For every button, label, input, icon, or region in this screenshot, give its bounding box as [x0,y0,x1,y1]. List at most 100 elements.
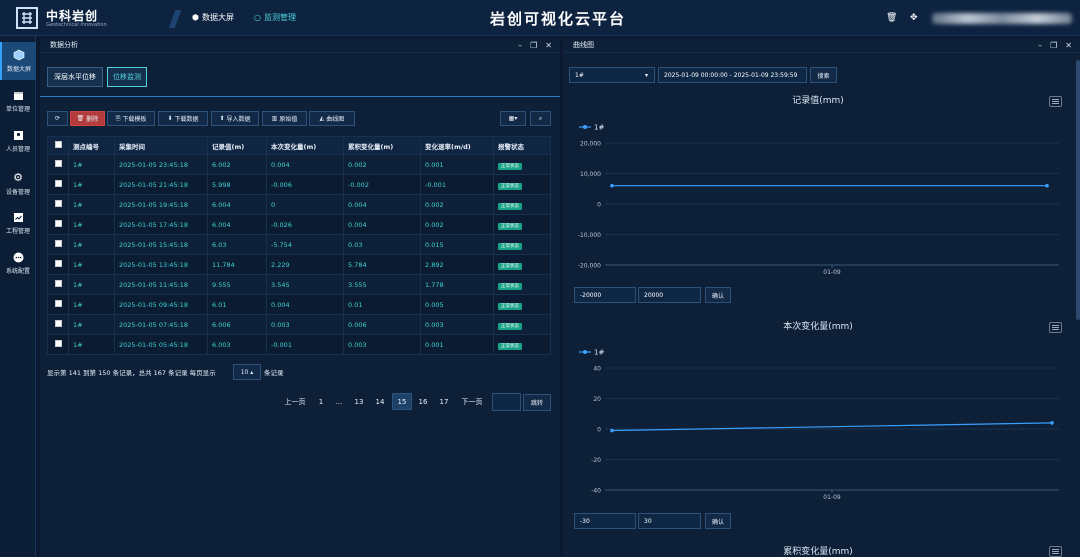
checkbox[interactable] [55,141,62,148]
col-header[interactable]: 报警状态 [493,136,551,155]
confirm-button[interactable]: 确认 [705,513,731,529]
col-header[interactable]: 累积变化量(m) [343,136,421,155]
refresh-button[interactable]: ⟳ [47,111,68,126]
checkbox[interactable] [55,260,62,267]
col-header[interactable]: 测点编号 [68,136,115,155]
sidebar-item-system-config[interactable]: 系统配置 [0,244,36,282]
checkbox[interactable] [55,320,62,327]
search-button[interactable]: 搜索 [810,67,837,83]
jump-button[interactable]: 跳转 [523,394,551,411]
download-template-button[interactable]: 🗎 下载模板 [107,111,155,126]
page-button-active[interactable]: 15 [392,393,412,410]
checkbox[interactable] [55,240,62,247]
window-controls: – ❐ ✕ [518,41,552,50]
minimize-icon[interactable]: – [518,41,522,50]
table-row[interactable]: 1# 2025-01-05 19:45:18 6.004 0 0.004 0.002 正常状… [47,194,551,215]
curve-chart-button[interactable]: ◭ 曲线图 [309,111,355,126]
y-min-input[interactable]: -30 [574,513,636,529]
sidebar-item-data-screen[interactable]: 数据大屏 [0,42,36,80]
table-row[interactable]: 1# 2025-01-05 15:45:18 6.03 -5.754 0.03 0.015… [47,234,551,255]
table-row[interactable]: 1# 2025-01-05 05:45:18 6.003 -0.001 0.003 0.0… [47,334,551,355]
col-header[interactable]: 变化速率(m/d) [420,136,494,155]
next-page-button[interactable]: 下一页 [458,393,486,410]
select-all-cell[interactable] [47,136,69,155]
row-select-cell[interactable] [47,194,69,215]
table-row[interactable]: 1# 2025-01-05 23:45:18 6.002 0.004 0.002 0.00… [47,154,551,175]
point-select[interactable]: 1# ▾ [569,67,655,83]
table-row[interactable]: 1# 2025-01-05 21:45:18 5.998 -0.006 -0.002 -0… [47,174,551,195]
sidebar-item-project-management[interactable]: 工程管理 [0,204,36,242]
page-button[interactable]: 1 [314,393,328,410]
restore-icon[interactable]: ❐ [530,41,537,50]
page-button[interactable]: 16 [414,393,432,410]
checkbox[interactable] [55,300,62,307]
confirm-button[interactable]: 确认 [705,287,731,303]
user-info-blurred[interactable] [932,13,1072,24]
sidebar-item-staff-management[interactable]: 人员管理 [0,122,36,160]
close-icon[interactable]: ✕ [545,41,552,50]
checkbox[interactable] [55,180,62,187]
table-row[interactable]: 1# 2025-01-05 09:45:18 6.01 0.004 0.01 0.005 正… [47,294,551,315]
table-row[interactable]: 1# 2025-01-05 17:45:18 6.004 -0.026 0.004 0.0… [47,214,551,235]
row-select-cell[interactable] [47,334,69,355]
table-cell: 3.555 [343,274,421,295]
row-select-cell[interactable] [47,294,69,315]
prev-page-button[interactable]: 上一页 [282,393,308,410]
minimize-icon[interactable]: – [1038,41,1042,50]
page-button[interactable]: 14 [371,393,389,410]
raw-value-button[interactable]: ▥ 原始值 [262,111,307,126]
menu-icon[interactable] [1049,96,1062,107]
table-cell: 0.03 [343,234,421,255]
fullscreen-icon[interactable]: ✥ [910,13,918,23]
sidebar-item-device-management[interactable]: ⚙ 设备管理 [0,164,36,202]
row-select-cell[interactable] [47,154,69,175]
col-header[interactable]: 本次变化量(m) [266,136,344,155]
nav-monitor-management[interactable]: ○ 监测管理 [254,12,296,23]
close-icon[interactable]: ✕ [1065,41,1072,50]
checkbox[interactable] [55,200,62,207]
divider [168,10,182,28]
tab-displacement-monitoring[interactable]: 位移监测 [107,67,147,87]
table-cell: 1# [68,154,115,175]
row-select-cell[interactable] [47,174,69,195]
menu-icon[interactable] [1049,546,1062,557]
col-header[interactable]: 记录值(m) [207,136,267,155]
nav-data-screen[interactable]: ⬢ 数据大屏 [192,12,234,23]
status-badge: 正常状态 [498,162,522,170]
table-row[interactable]: 1# 2025-01-05 07:45:18 6.006 0.003 0.006 0.00… [47,314,551,335]
status-cell: 正常状态 [493,154,551,175]
page-button[interactable]: 13 [350,393,368,410]
status-cell: 正常状态 [493,294,551,315]
page-size-select[interactable]: 10 ▴ [233,364,261,380]
scrollbar[interactable] [1076,60,1080,320]
sidebar-item-unit-management[interactable]: 单位管理 [0,82,36,120]
row-select-cell[interactable] [47,254,69,275]
download-data-button[interactable]: ⬇ 下载数据 [158,111,208,126]
date-range-input[interactable]: 2025-01-09 00:00:00 - 2025-01-09 23:59:5… [658,67,807,83]
row-select-cell[interactable] [47,274,69,295]
y-max-input[interactable]: 20000 [638,287,701,303]
row-select-cell[interactable] [47,234,69,255]
y-min-input[interactable]: -20000 [574,287,636,303]
checkbox[interactable] [55,160,62,167]
restore-icon[interactable]: ❐ [1050,41,1057,50]
checkbox[interactable] [55,340,62,347]
row-select-cell[interactable] [47,314,69,335]
delete-button[interactable]: 🗑 删除 [70,111,105,126]
jump-page-input[interactable] [492,393,521,411]
table-row[interactable]: 1# 2025-01-05 13:45:18 11.784 2.229 5.784 2.8… [47,254,551,275]
column-toggle-button[interactable]: ▦▾ [500,111,526,126]
page-button[interactable]: 17 [435,393,453,410]
y-max-input[interactable]: 30 [638,513,701,529]
row-select-cell[interactable] [47,214,69,235]
tab-deep-horizontal-displacement[interactable]: 深层水平位移 [47,67,103,87]
import-data-button[interactable]: ⬆ 导入数据 [211,111,259,126]
trash-icon[interactable]: 🗑 [886,13,897,23]
table-row[interactable]: 1# 2025-01-05 11:45:18 9.555 3.545 3.555 1.77… [47,274,551,295]
menu-icon[interactable] [1049,322,1062,333]
col-header[interactable]: 采集时间 [114,136,208,155]
search-button[interactable]: ⌕ [530,111,551,126]
checkbox[interactable] [55,220,62,227]
logo-icon [16,7,38,29]
checkbox[interactable] [55,280,62,287]
